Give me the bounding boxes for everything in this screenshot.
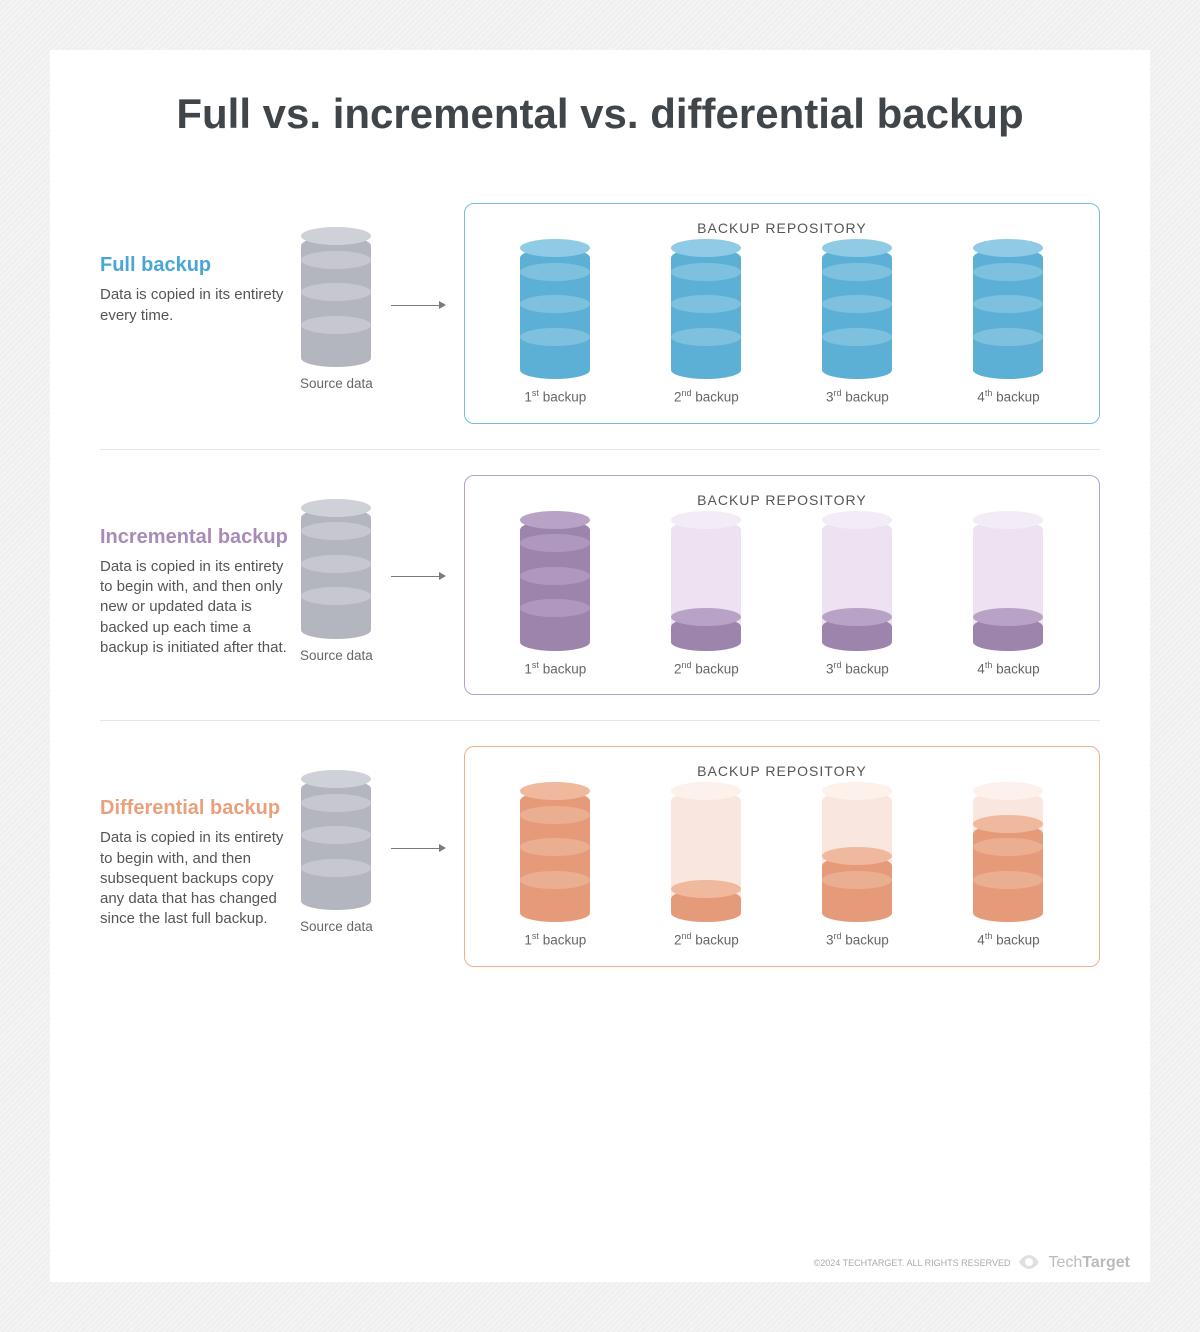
panel: Full vs. incremental vs. differential ba… <box>50 50 1150 1282</box>
database-icon <box>671 791 741 921</box>
backup-2: 2nd backup <box>671 248 741 405</box>
source-data: Source data <box>300 508 373 663</box>
backup-repository-incremental: BACKUP REPOSITORY 1st backup 2nd backup 3rd… <box>464 475 1100 696</box>
backup-repository-differential: BACKUP REPOSITORY 1st backup 2nd backup 3rd… <box>464 746 1100 967</box>
repository-label: BACKUP REPOSITORY <box>485 492 1079 508</box>
backup-label: 2nd backup <box>674 931 739 948</box>
backup-1: 1st backup <box>520 520 590 677</box>
backup-3: 3rd backup <box>822 791 892 948</box>
database-icon <box>520 520 590 650</box>
database-icon <box>301 236 371 366</box>
database-icon <box>973 248 1043 378</box>
heading-differential: Differential backup <box>100 796 300 820</box>
diagram-differential: Source data BACKUP REPOSITORY 1st backup 2n… <box>300 746 1100 967</box>
database-icon <box>973 520 1043 650</box>
eye-icon <box>1018 1255 1040 1271</box>
backup-4: 4th backup <box>973 248 1043 405</box>
backup-label: 3rd backup <box>826 388 889 405</box>
database-icon <box>822 791 892 921</box>
backup-1: 1st backup <box>520 248 590 405</box>
source-data: Source data <box>300 779 373 934</box>
section-differential: Differential backup Data is copied in its… <box>100 720 1100 992</box>
backup-4: 4th backup <box>973 791 1043 948</box>
backup-1: 1st backup <box>520 791 590 948</box>
database-icon <box>671 248 741 378</box>
backup-repository-full: BACKUP REPOSITORY 1st backup 2nd backup 3rd… <box>464 203 1100 424</box>
description-text-incremental: Data is copied in its entirety to begin … <box>100 557 300 658</box>
backup-2: 2nd backup <box>671 520 741 677</box>
description-full: Full backup Data is copied in its entiret… <box>100 203 300 424</box>
backup-3: 3rd backup <box>822 520 892 677</box>
backup-3: 3rd backup <box>822 248 892 405</box>
description-incremental: Incremental backup Data is copied in its … <box>100 475 300 696</box>
footer: ©2024 TECHTARGET. ALL RIGHTS RESERVED Te… <box>814 1254 1130 1272</box>
diagram-incremental: Source data BACKUP REPOSITORY 1st backup 2n… <box>300 475 1100 696</box>
database-icon <box>822 248 892 378</box>
arrow-icon <box>391 300 446 310</box>
arrow-icon <box>391 571 446 581</box>
backup-label: 1st backup <box>524 931 586 948</box>
database-icon <box>520 248 590 378</box>
source-label: Source data <box>300 919 373 934</box>
description-text-full: Data is copied in its entirety every tim… <box>100 285 300 326</box>
database-icon <box>301 779 371 909</box>
description-differential: Differential backup Data is copied in its… <box>100 746 300 967</box>
heading-full: Full backup <box>100 253 300 277</box>
arrow-icon <box>391 843 446 853</box>
backup-label: 2nd backup <box>674 660 739 677</box>
database-icon <box>822 520 892 650</box>
database-icon <box>520 791 590 921</box>
backup-label: 3rd backup <box>826 660 889 677</box>
backup-4: 4th backup <box>973 520 1043 677</box>
brand-logo: TechTarget <box>1048 1254 1130 1272</box>
copyright-text: ©2024 TECHTARGET. ALL RIGHTS RESERVED <box>814 1258 1011 1268</box>
repository-label: BACKUP REPOSITORY <box>485 763 1079 779</box>
source-label: Source data <box>300 376 373 391</box>
source-data: Source data <box>300 236 373 391</box>
section-full: Full backup Data is copied in its entiret… <box>100 178 1100 449</box>
backup-label: 4th backup <box>977 931 1039 948</box>
backup-2: 2nd backup <box>671 791 741 948</box>
backup-label: 1st backup <box>524 660 586 677</box>
backup-label: 1st backup <box>524 388 586 405</box>
database-icon <box>301 508 371 638</box>
backup-label: 4th backup <box>977 660 1039 677</box>
description-text-differential: Data is copied in its entirety to begin … <box>100 828 300 929</box>
section-incremental: Incremental backup Data is copied in its … <box>100 449 1100 721</box>
database-icon <box>671 520 741 650</box>
repository-label: BACKUP REPOSITORY <box>485 220 1079 236</box>
page-title: Full vs. incremental vs. differential ba… <box>100 90 1100 138</box>
database-icon <box>973 791 1043 921</box>
backup-label: 4th backup <box>977 388 1039 405</box>
source-label: Source data <box>300 648 373 663</box>
diagram-full: Source data BACKUP REPOSITORY 1st backup 2n… <box>300 203 1100 424</box>
heading-incremental: Incremental backup <box>100 525 300 549</box>
backup-label: 3rd backup <box>826 931 889 948</box>
backup-label: 2nd backup <box>674 388 739 405</box>
